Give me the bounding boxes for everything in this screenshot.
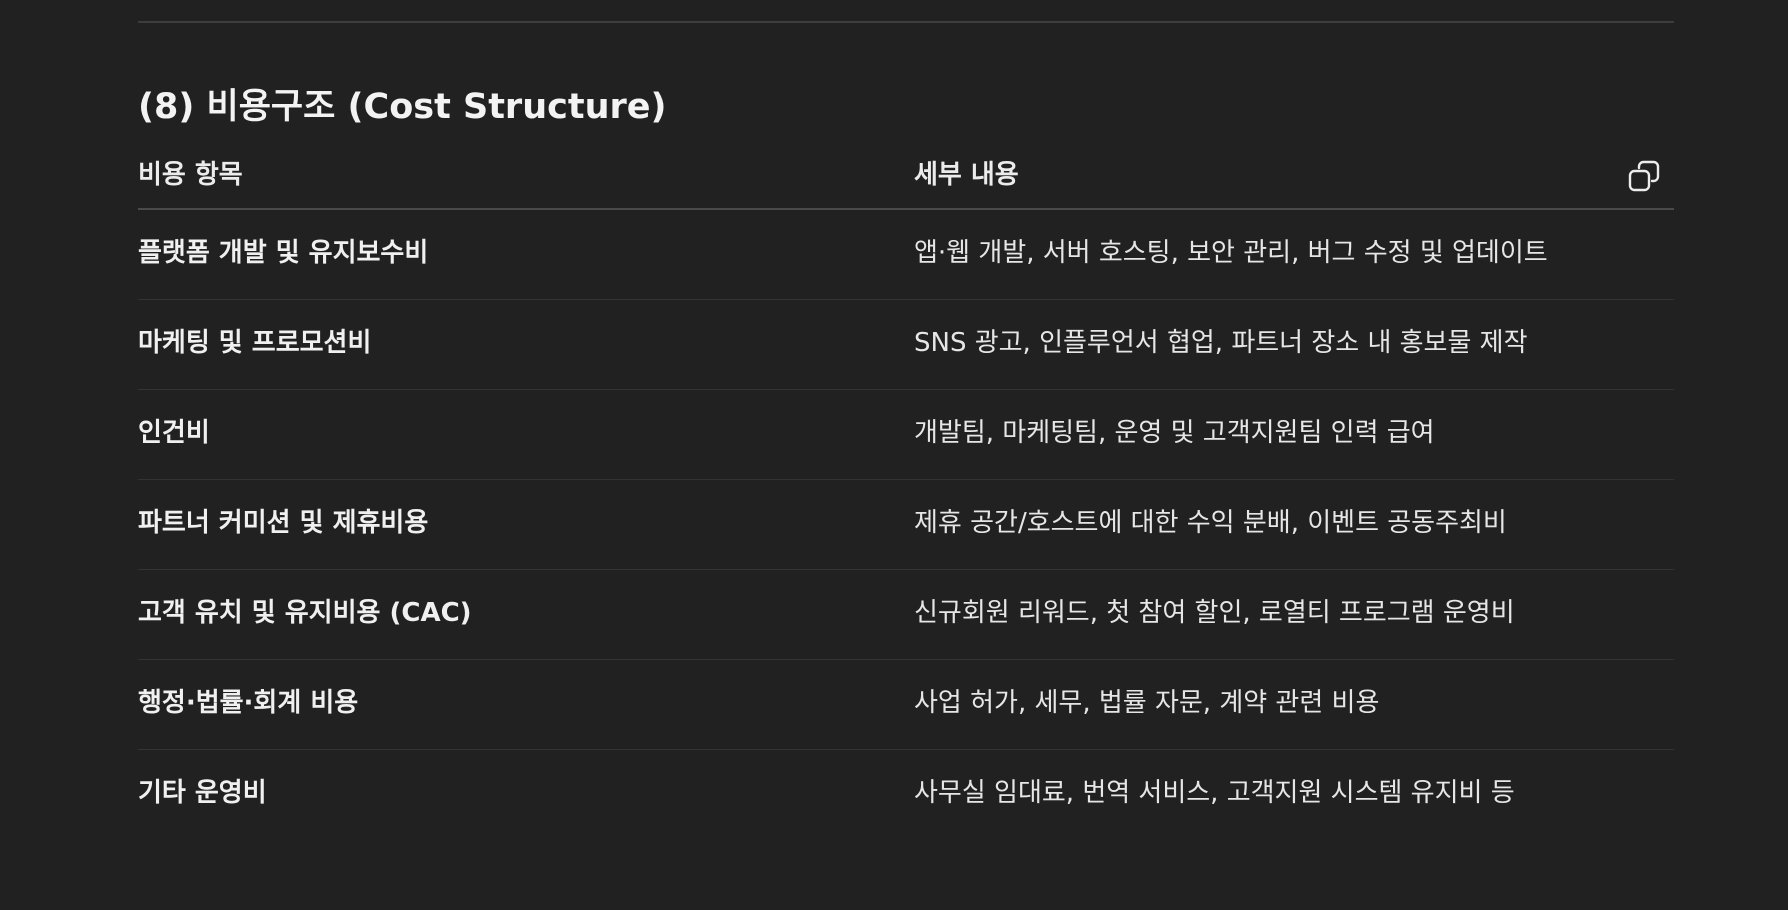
details-cell: 앱·웹 개발, 서버 호스팅, 보안 관리, 버그 수정 및 업데이트 [914,238,1548,268]
copy-table-button[interactable] [1622,154,1666,198]
table-row: 마케팅 및 프로모션비 SNS 광고, 인플루언서 협업, 파트너 장소 내 홍… [138,300,1674,390]
cost-item-cell: 행정·법률·회계 비용 [138,688,359,718]
table-row: 기타 운영비 사무실 임대료, 번역 서비스, 고객지원 시스템 유지비 등 [138,750,1674,839]
cost-item-cell: 플랫폼 개발 및 유지보수비 [138,238,429,268]
details-cell: 개발팀, 마케팅팀, 운영 및 고객지원팀 인력 급여 [914,418,1435,448]
copy-icon [1628,160,1660,192]
table-row: 인건비 개발팀, 마케팅팀, 운영 및 고객지원팀 인력 급여 [138,390,1674,480]
section-title: (8) 비용구조 (Cost Structure) [138,87,667,127]
details-cell: 신규회원 리워드, 첫 참여 할인, 로열티 프로그램 운영비 [914,598,1515,628]
table-row: 파트너 커미션 및 제휴비용 제휴 공간/호스트에 대한 수익 분배, 이벤트 … [138,480,1674,570]
cost-item-cell: 마케팅 및 프로모션비 [138,328,372,358]
table-row: 행정·법률·회계 비용 사업 허가, 세무, 법률 자문, 계약 관련 비용 [138,660,1674,750]
cost-item-cell: 고객 유치 및 유지비용 (CAC) [138,598,472,628]
details-cell: 사업 허가, 세무, 법률 자문, 계약 관련 비용 [914,688,1380,718]
cost-item-cell: 기타 운영비 [138,778,267,808]
header-cost-item: 비용 항목 [138,160,243,190]
header-details: 세부 내용 [914,160,1019,190]
table-header: 비용 항목 세부 내용 [138,150,1674,210]
table-row: 플랫폼 개발 및 유지보수비 앱·웹 개발, 서버 호스팅, 보안 관리, 버그… [138,210,1674,300]
table-row: 고객 유치 및 유지비용 (CAC) 신규회원 리워드, 첫 참여 할인, 로열… [138,570,1674,660]
cost-item-cell: 파트너 커미션 및 제휴비용 [138,508,429,538]
details-cell: 사무실 임대료, 번역 서비스, 고객지원 시스템 유지비 등 [914,778,1515,808]
details-cell: 제휴 공간/호스트에 대한 수익 분배, 이벤트 공동주최비 [914,508,1507,538]
cost-structure-table: 비용 항목 세부 내용 플랫폼 개발 및 유지보수비 앱·웹 개발, 서버 호스… [138,150,1674,839]
top-divider [138,21,1674,23]
details-cell: SNS 광고, 인플루언서 협업, 파트너 장소 내 홍보물 제작 [914,328,1528,358]
cost-item-cell: 인건비 [138,418,210,448]
